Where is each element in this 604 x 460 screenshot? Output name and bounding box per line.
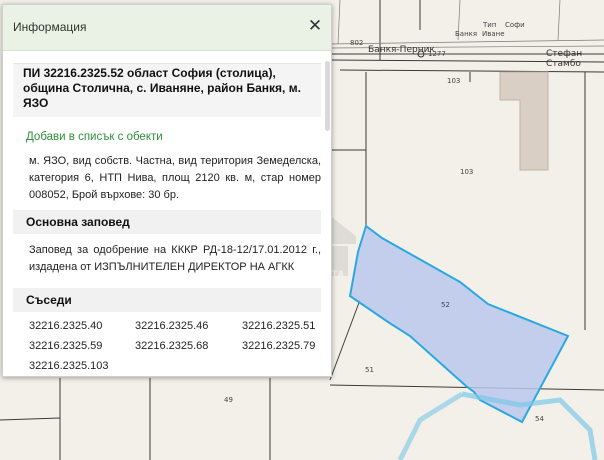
close-icon[interactable]: ✕ [305, 16, 325, 36]
order-text: Заповед за одобрение на КККР РД-18-12/17… [29, 244, 321, 273]
parcel-description: м. ЯЗО, вид собств. Частна, вид територи… [29, 155, 321, 201]
street-label-small-4: Иване [482, 30, 505, 38]
popup-title: Информация [13, 20, 87, 34]
parcel-label-103a: 103 [447, 77, 461, 85]
popup-scrollbar[interactable] [325, 61, 330, 131]
neighbor-item[interactable]: 32216.2325.68 [135, 338, 242, 354]
parcel-label-51: 51 [365, 366, 374, 374]
neighbors-heading: Съседи [13, 288, 321, 312]
street-label-small-3: Банкя [455, 30, 478, 38]
neighbor-item[interactable]: 32216.2325.46 [135, 318, 242, 334]
popup-header: Информация ✕ [3, 5, 331, 51]
order-heading: Основна заповед [13, 210, 321, 234]
map-label-802: 802 [350, 39, 364, 47]
street-label-road: Банкя-Перник [368, 45, 435, 55]
parcel-label-52: 52 [441, 301, 450, 309]
add-to-list-link[interactable]: Добави в списък с обекти [26, 131, 331, 143]
parcel-label-103b: 103 [460, 168, 474, 176]
parcel-label-49: 49 [224, 396, 233, 404]
neighbor-item[interactable]: 32216.2325.59 [29, 338, 135, 354]
street-label-small-1: Тип [483, 21, 497, 29]
parcel-title: ПИ 32216.2325.52 област София (столица),… [13, 63, 321, 117]
street-label-stefan: Стефан Стамбо [546, 49, 583, 69]
parcel-label-54: 54 [535, 415, 544, 423]
popup-content[interactable]: ПИ 32216.2325.52 област София (столица),… [3, 51, 331, 376]
street-label-small-2: Софи [505, 21, 525, 29]
neighbor-item[interactable]: 32216.2325.51 [242, 318, 331, 334]
neighbor-item[interactable]: 32216.2325.40 [29, 318, 135, 334]
neighbor-item[interactable]: 32216.2325.79 [242, 338, 331, 354]
info-popup: Информация ✕ ПИ 32216.2325.52 област Соф… [2, 4, 332, 377]
map-label-1277: 1277 [428, 50, 446, 58]
neighbor-item[interactable]: 32216.2325.103 [29, 358, 135, 374]
neighbors-list: 32216.2325.40 32216.2325.46 32216.2325.5… [29, 318, 321, 374]
